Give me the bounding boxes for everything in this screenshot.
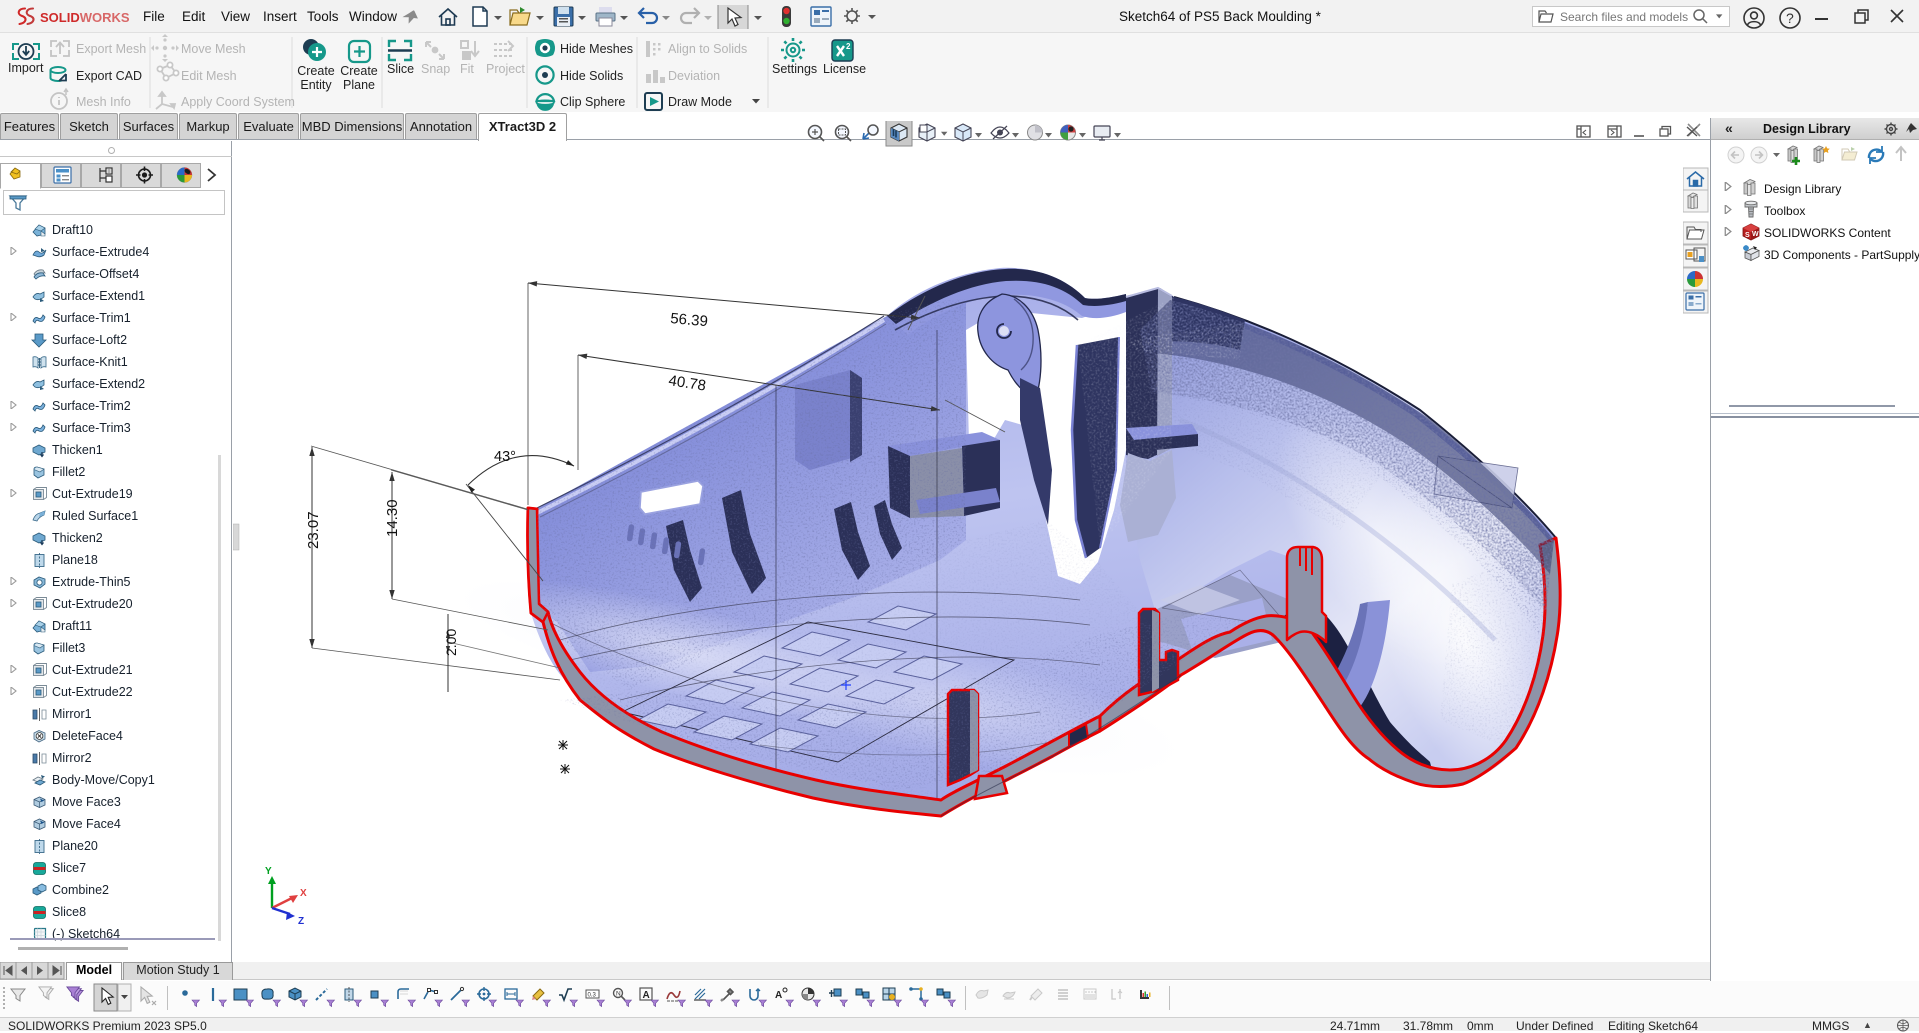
svg-text:A: A [643,990,650,1001]
svg-text:SOLIDWORKS: SOLIDWORKS [40,10,130,25]
svg-text:14.30: 14.30 [384,499,401,537]
svg-text:2: 2 [846,42,851,51]
svg-text:0.3: 0.3 [588,993,597,999]
svg-text:23.07: 23.07 [305,511,322,549]
svg-text:S: S [1745,232,1750,239]
svg-text:2.00: 2.00 [443,629,459,656]
svg-text:43°: 43° [494,449,516,465]
svg-text:N: N [616,991,621,998]
svg-text:W: W [1752,231,1759,238]
svg-text:X: X [300,888,307,899]
svg-text:56.39: 56.39 [670,310,709,330]
svg-text:?: ? [1786,10,1794,26]
svg-text:40.78: 40.78 [667,372,707,394]
svg-text:Z: Z [298,916,304,927]
svg-text:Y: Y [265,866,272,877]
svg-text:A: A [775,990,782,1001]
